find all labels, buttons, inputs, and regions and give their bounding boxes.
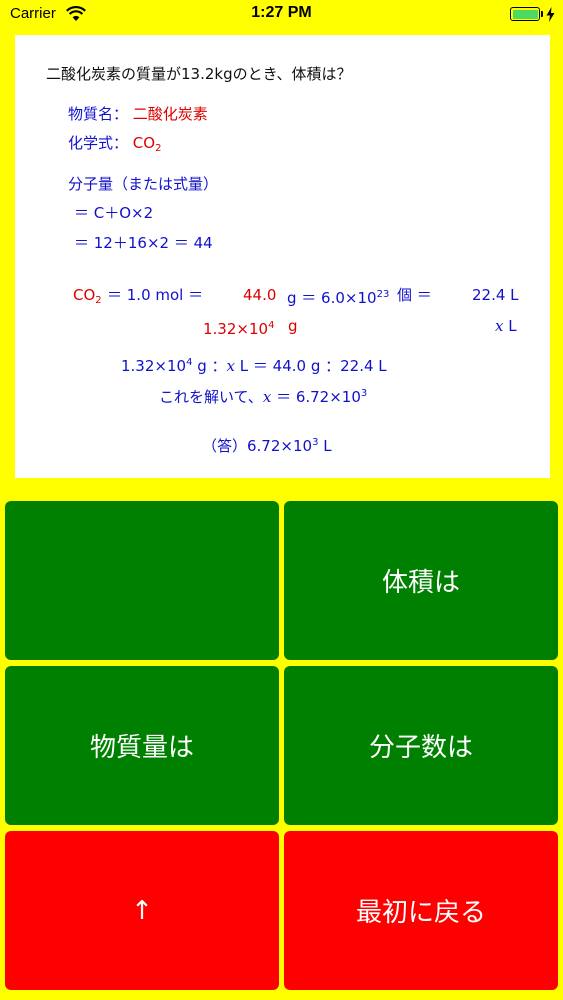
relation-mol: ＝ 1.0 mol ＝ (107, 286, 204, 304)
amount-of-substance-button[interactable]: 物質量は (5, 666, 279, 825)
clock: 1:27 PM (251, 4, 312, 21)
problem-panel: 二酸化炭素の質量が13.2kgのとき、体積は？ 物質名： 二酸化炭素 化学式： … (15, 35, 550, 478)
relation-ko: 個 ＝ (397, 286, 432, 304)
formula-row: 化学式： CO2 (68, 133, 161, 159)
battery-tip (541, 11, 543, 17)
back-to-start-button[interactable]: 最初に戻る (284, 831, 558, 990)
substance-name: 二酸化炭素 (132, 105, 208, 123)
question-text: 二酸化炭素の質量が13.2kgのとき、体積は？ (46, 65, 352, 83)
battery-level (512, 9, 538, 19)
substance-row: 物質名： 二酸化炭素 (68, 104, 208, 124)
relation-co2: CO2 (73, 286, 102, 306)
molecular-weight-line-2: ＝ 12＋16×2 ＝ 44 (74, 234, 213, 252)
given-mass: 1.32×104 (203, 320, 275, 338)
number-of-molecules-button[interactable]: 分子数は (284, 666, 558, 825)
formula-value: CO2 (132, 134, 162, 154)
relation-volume: 22.4 L (472, 286, 519, 304)
status-bar: Carrier 1:27 PM (0, 0, 563, 30)
given-volume-var: x L (495, 317, 517, 335)
solve-line: これを解いて、x ＝ 6.72×103 (159, 388, 368, 406)
answer-line: （答）6.72×103 L (202, 437, 332, 455)
blank-button[interactable] (5, 501, 279, 660)
substance-label: 物質名： (68, 105, 129, 123)
battery-icon (510, 7, 540, 21)
molecular-weight-label: 分子量（または式量） (68, 175, 219, 193)
given-mass-unit: g (288, 317, 298, 335)
up-arrow-button[interactable]: ↑ (5, 831, 279, 990)
molecular-weight-line-1: ＝ C＋O×2 (74, 204, 154, 222)
relation-mass: 44.0 (243, 286, 277, 304)
charging-bolt-icon (546, 7, 555, 22)
proportion-equation: 1.32×104 g ：x L ＝ 44.0 g ：22.4 L (121, 357, 387, 375)
relation-particles: g ＝ 6.0×1023 (287, 289, 390, 307)
formula-label: 化学式： (68, 134, 129, 152)
volume-button[interactable]: 体積は (284, 501, 558, 660)
